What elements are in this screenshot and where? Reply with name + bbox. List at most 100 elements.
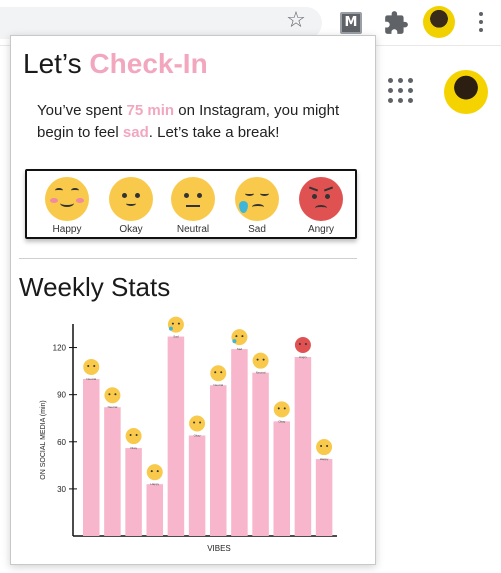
- bar-mood-label: Neutral: [213, 383, 223, 387]
- mood-happy-button[interactable]: Happy: [39, 177, 95, 237]
- bar-mood-eye: [108, 393, 111, 396]
- mood-neutral-button[interactable]: Neutral: [165, 177, 221, 237]
- okay-face-icon: [109, 177, 153, 221]
- account-avatar[interactable]: [444, 70, 488, 114]
- tear-drop: [232, 339, 237, 344]
- bar-mood-label: Neutral: [256, 371, 266, 375]
- bar-mood-eye: [326, 445, 329, 448]
- angry-face-icon: [299, 177, 343, 221]
- mood-label: Neutral: [176, 224, 210, 235]
- bar-mood-label: Neutral: [86, 377, 96, 381]
- bar-mood-eye: [241, 335, 244, 338]
- bar-mood-eye: [256, 358, 259, 361]
- bar-mood-eye: [304, 342, 307, 345]
- bar-mood-eye: [262, 358, 265, 361]
- mood-angry-button[interactable]: Angry: [293, 177, 349, 237]
- bar-mood-okay-icon: [273, 401, 290, 418]
- message-part1: You’ve spent: [37, 102, 127, 119]
- message-part3: . Let’s take a break!: [148, 124, 280, 141]
- x-axis-label: VIBES: [207, 544, 231, 553]
- bar-mood-eye: [320, 445, 323, 448]
- bar: [252, 372, 269, 536]
- mood-sad-button[interactable]: Sad: [229, 177, 285, 237]
- bar-mood-label: Okay: [278, 419, 286, 423]
- bar-mood-eye: [114, 393, 117, 396]
- bar: [188, 435, 206, 536]
- bar-mood-eye: [93, 364, 96, 367]
- bar-mood-okay-icon: [189, 415, 206, 432]
- bar-mood-okay-icon: [125, 428, 142, 445]
- bar: [125, 448, 142, 536]
- usage-message: You’ve spent 75 min on Instagram, you mi…: [37, 100, 357, 144]
- bar-mood-eye: [171, 322, 174, 325]
- neutral-face-icon: [171, 177, 215, 221]
- popup-title: Let’s Check-In: [23, 48, 208, 80]
- bar-mood-happy-icon: [146, 464, 163, 481]
- bar-mood-neutral-icon: [104, 387, 121, 404]
- bar-mood-happy-icon: [316, 439, 333, 456]
- mood-label: Angry: [307, 224, 335, 235]
- bar-mood-neutral-icon: [83, 358, 100, 375]
- bar-mood-label: Okay: [194, 433, 202, 437]
- happy-face-icon: [45, 177, 89, 221]
- bar-mood-label: Happy: [150, 482, 159, 486]
- weekly-stats-title: Weekly Stats: [19, 272, 171, 302]
- bar: [210, 385, 227, 536]
- bar-mood-label: Neutral: [108, 405, 118, 409]
- bar-mood-eye: [150, 470, 153, 473]
- bar-mood-label: Sad: [237, 347, 243, 351]
- section-divider: [19, 258, 357, 259]
- bar: [146, 484, 164, 536]
- kebab-menu-icon[interactable]: [474, 12, 488, 34]
- mood-label: Sad: [248, 224, 266, 235]
- y-tick-label: 60: [57, 438, 66, 447]
- apps-grid-icon[interactable]: [388, 78, 414, 104]
- bar: [83, 378, 100, 536]
- bar-mood-eye: [283, 407, 286, 410]
- bar-mood-eye: [193, 421, 196, 424]
- bar: [104, 407, 121, 536]
- bar-mood-neutral-icon: [210, 365, 227, 382]
- tear-drop: [168, 326, 173, 331]
- y-tick-label: 90: [57, 391, 66, 400]
- bar-mood-eye: [199, 421, 202, 424]
- bar-mood-eye: [277, 407, 280, 410]
- weekly-stats-chart: 30 60 90 120 VIBES ON SOCIAL MEDIA (min) Neutr…: [40, 316, 337, 553]
- bar-mood-eye: [87, 364, 90, 367]
- predicted-mood: sad: [122, 124, 149, 141]
- bar-mood-label: Sad: [173, 335, 179, 339]
- title-accent: Check-In: [89, 48, 208, 79]
- bar-mood-eye: [298, 342, 301, 345]
- sad-face-icon: [235, 177, 279, 221]
- mood-okay-button[interactable]: Okay: [103, 177, 159, 237]
- y-axis-label: ON SOCIAL MEDIA (min): [40, 400, 47, 479]
- bar-mood-label: Happy: [320, 457, 329, 461]
- bar-mood-eye: [214, 371, 217, 374]
- bar: [294, 356, 312, 536]
- mood-selector: Happy Okay Neutral Sad Angry: [25, 169, 357, 239]
- y-tick-label: 30: [57, 485, 66, 494]
- bar-mood-eye: [129, 434, 132, 437]
- mood-label: Happy: [52, 224, 82, 235]
- bar-mood-eye: [220, 371, 223, 374]
- puzzle-icon[interactable]: [383, 10, 409, 36]
- bookmark-star-icon[interactable]: ☆: [284, 9, 308, 33]
- profile-avatar[interactable]: [423, 6, 455, 38]
- bar-mood-eye: [135, 434, 138, 437]
- bar-mood-angry-icon: [294, 336, 311, 353]
- y-tick-label: 120: [53, 344, 67, 353]
- extension-m-icon[interactable]: M: [340, 12, 362, 34]
- bar: [167, 336, 185, 536]
- bar: [231, 349, 248, 536]
- bar: [315, 459, 333, 536]
- time-spent: 75 min: [126, 102, 175, 119]
- bar-mood-label: Angry: [299, 355, 307, 359]
- bar-mood-label: Okay: [130, 446, 138, 450]
- title-plain: Let’s: [23, 48, 90, 79]
- bar-mood-eye: [235, 335, 238, 338]
- bar: [273, 421, 291, 536]
- mood-label: Okay: [119, 224, 143, 235]
- bar-mood-eye: [156, 470, 159, 473]
- bar-mood-neutral-icon: [252, 352, 269, 369]
- check-in-popup: Let’s Check-In You’ve spent 75 min on In…: [10, 35, 376, 565]
